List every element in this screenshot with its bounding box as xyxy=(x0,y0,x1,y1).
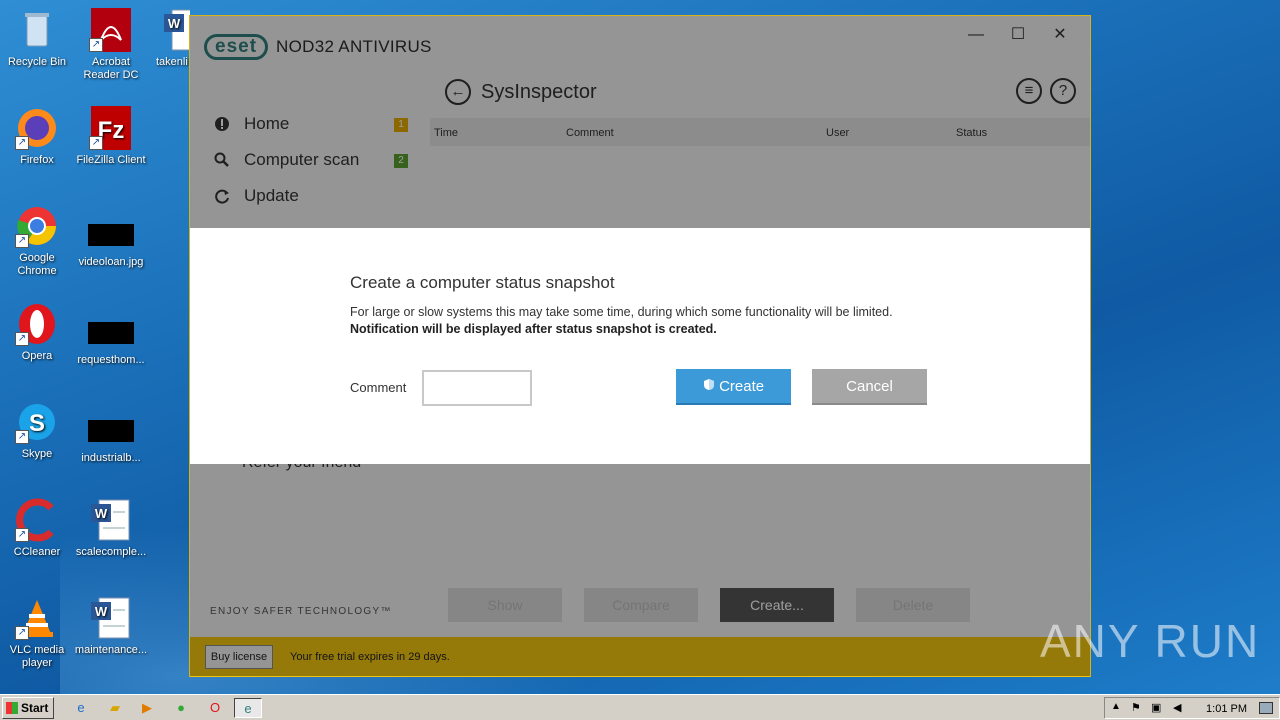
desktop-icon-label: takenli xyxy=(156,56,188,68)
file-thumbnail xyxy=(88,224,134,246)
comment-input[interactable] xyxy=(422,370,532,406)
desktop-icon-ccleaner[interactable]: ↗ CCleaner xyxy=(0,498,74,559)
svg-text:W: W xyxy=(95,604,108,619)
vlc-icon: ↗ xyxy=(15,596,59,640)
desktop-icon-label: Skype xyxy=(21,448,53,460)
shield-icon xyxy=(703,369,715,405)
recycle-bin-icon xyxy=(15,8,59,52)
desktop-icon-filezilla[interactable]: Fz ↗ FileZilla Client xyxy=(74,106,148,167)
filezilla-icon: Fz ↗ xyxy=(89,106,133,150)
dialog-description: For large or slow systems this may take … xyxy=(350,305,893,319)
desktop-icon-label: VLC media player xyxy=(9,644,65,669)
media-player-icon[interactable]: ▶ xyxy=(136,698,158,718)
ie-icon[interactable]: e xyxy=(70,698,92,718)
desktop-icon-chrome[interactable]: ↗ Google Chrome xyxy=(0,204,74,278)
desktop-icon-scalecomple[interactable]: W scalecomple... xyxy=(74,498,148,559)
desktop-icon-requesthom[interactable]: requesthom... xyxy=(74,310,148,367)
desktop-icon-label: videoloan.jpg xyxy=(78,256,144,268)
network-icon[interactable]: ▣ xyxy=(1151,701,1161,714)
system-tray: ▲ ⚑ ▣ ◀ 1:01 PM xyxy=(1104,697,1280,719)
word-document-icon: W xyxy=(162,8,190,52)
desktop-icon-label: scalecomple... xyxy=(75,546,147,558)
desktop-icon-videoloan[interactable]: videoloan.jpg xyxy=(74,212,148,269)
create-button[interactable]: Create xyxy=(676,369,791,405)
desktop-icon-firefox[interactable]: ↗ Firefox xyxy=(0,106,74,167)
desktop-icon-label: CCleaner xyxy=(13,546,61,558)
word-document-icon: W xyxy=(89,596,133,640)
dialog-notification-note: Notification will be displayed after sta… xyxy=(350,322,717,336)
anyrun-watermark: ANY RUN xyxy=(1040,615,1261,667)
cancel-button[interactable]: Cancel xyxy=(812,369,927,405)
acrobat-icon: ↗ xyxy=(89,8,133,52)
desktop-icon-skype[interactable]: S ↗ Skype xyxy=(0,400,74,461)
desktop-icon-recycle-bin[interactable]: Recycle Bin xyxy=(0,8,74,69)
desktop-icon-takenli[interactable]: W takenli xyxy=(150,8,190,69)
ccleaner-icon: ↗ xyxy=(15,498,59,542)
taskbar: Start e ▰ ▶ ● O e ▲ ⚑ ▣ ◀ 1:01 PM xyxy=(0,694,1280,720)
file-thumbnail xyxy=(88,420,134,442)
desktop-icon-industrialb[interactable]: industrialb... xyxy=(74,408,148,465)
tray-expand-icon[interactable]: ▲ xyxy=(1111,701,1121,712)
dialog-title: Create a computer status snapshot xyxy=(350,273,615,292)
desktop-icon-label: Opera xyxy=(21,350,53,362)
skype-icon: S ↗ xyxy=(15,400,59,444)
explorer-folder-icon[interactable]: ▰ xyxy=(104,698,126,718)
desktop-icon-label: maintenance... xyxy=(74,644,148,656)
start-button[interactable]: Start xyxy=(2,697,54,719)
show-desktop-icon[interactable] xyxy=(1259,702,1273,714)
desktop-icon-opera[interactable]: ↗ Opera xyxy=(0,302,74,363)
desktop-icon-maintenance[interactable]: W maintenance... xyxy=(74,596,148,657)
desktop-icon-label: requesthom... xyxy=(77,354,145,366)
opera-icon: ↗ xyxy=(15,302,59,346)
start-label: Start xyxy=(21,701,49,715)
create-snapshot-dialog: Create a computer status snapshot For la… xyxy=(190,228,1090,464)
windows-flag-icon xyxy=(6,702,18,714)
chrome-taskbar-icon[interactable]: ● xyxy=(170,698,192,718)
svg-text:S: S xyxy=(29,410,45,437)
clock[interactable]: 1:01 PM xyxy=(1206,703,1247,715)
desktop-icon-acrobat[interactable]: ↗ Acrobat Reader DC xyxy=(74,8,148,82)
svg-text:W: W xyxy=(95,506,108,521)
action-center-flag-icon[interactable]: ⚑ xyxy=(1131,701,1141,714)
svg-text:W: W xyxy=(168,16,181,31)
volume-icon[interactable]: ◀ xyxy=(1173,701,1181,714)
create-button-label: Create xyxy=(719,378,765,395)
desktop-icon-label: Firefox xyxy=(20,154,54,166)
desktop-icon-label: Acrobat Reader DC xyxy=(83,56,139,81)
opera-taskbar-icon[interactable]: O xyxy=(204,698,226,718)
desktop-icon-label: Recycle Bin xyxy=(7,56,67,68)
desktop-icon-label: Google Chrome xyxy=(17,252,57,277)
comment-label: Comment xyxy=(350,380,407,395)
firefox-icon: ↗ xyxy=(15,106,59,150)
desktop-icon-label: industrialb... xyxy=(81,452,141,464)
desktop-icon-label: FileZilla Client xyxy=(76,154,146,166)
word-document-icon: W xyxy=(89,498,133,542)
chrome-icon: ↗ xyxy=(15,204,59,248)
eset-taskbar-icon[interactable]: e xyxy=(234,698,262,718)
file-thumbnail xyxy=(88,322,134,344)
desktop-icon-vlc[interactable]: ↗ VLC media player xyxy=(0,596,74,670)
